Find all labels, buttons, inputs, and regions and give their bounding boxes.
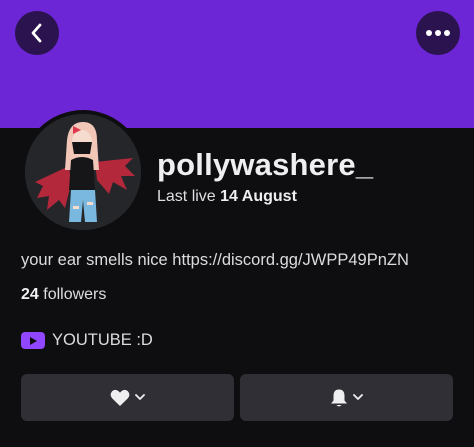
bell-icon: [331, 389, 347, 406]
followers-number: 24: [21, 286, 39, 303]
profile-banner: [0, 0, 474, 128]
last-live-date: 14 August: [220, 188, 297, 205]
heart-icon: [110, 389, 130, 406]
avatar-illustration: [25, 114, 141, 230]
chevron-left-icon: [31, 23, 42, 43]
more-options-button[interactable]: [416, 11, 460, 55]
social-link-label: YOUTUBE :D: [52, 331, 153, 349]
channel-bio: your ear smells nice https://discord.gg/…: [21, 251, 409, 269]
last-live-info: Last live 14 August: [157, 188, 297, 206]
follower-count: 24 followers: [21, 286, 106, 304]
chevron-down-icon: [353, 394, 363, 400]
followers-label: followers: [43, 286, 107, 303]
follow-button[interactable]: [21, 374, 234, 421]
more-dots-icon: [426, 30, 450, 36]
last-live-prefix: Last live: [157, 188, 216, 205]
notifications-button[interactable]: [240, 374, 453, 421]
channel-page: pollywashere_ Last live 14 August your e…: [0, 0, 474, 447]
avatar[interactable]: [25, 114, 141, 230]
social-link-youtube[interactable]: YOUTUBE :D: [21, 331, 153, 350]
back-button[interactable]: [15, 11, 59, 55]
youtube-icon: [21, 332, 45, 349]
chevron-down-icon: [135, 394, 145, 400]
channel-username: pollywashere_: [157, 147, 374, 182]
avatar-frame: [21, 110, 145, 234]
